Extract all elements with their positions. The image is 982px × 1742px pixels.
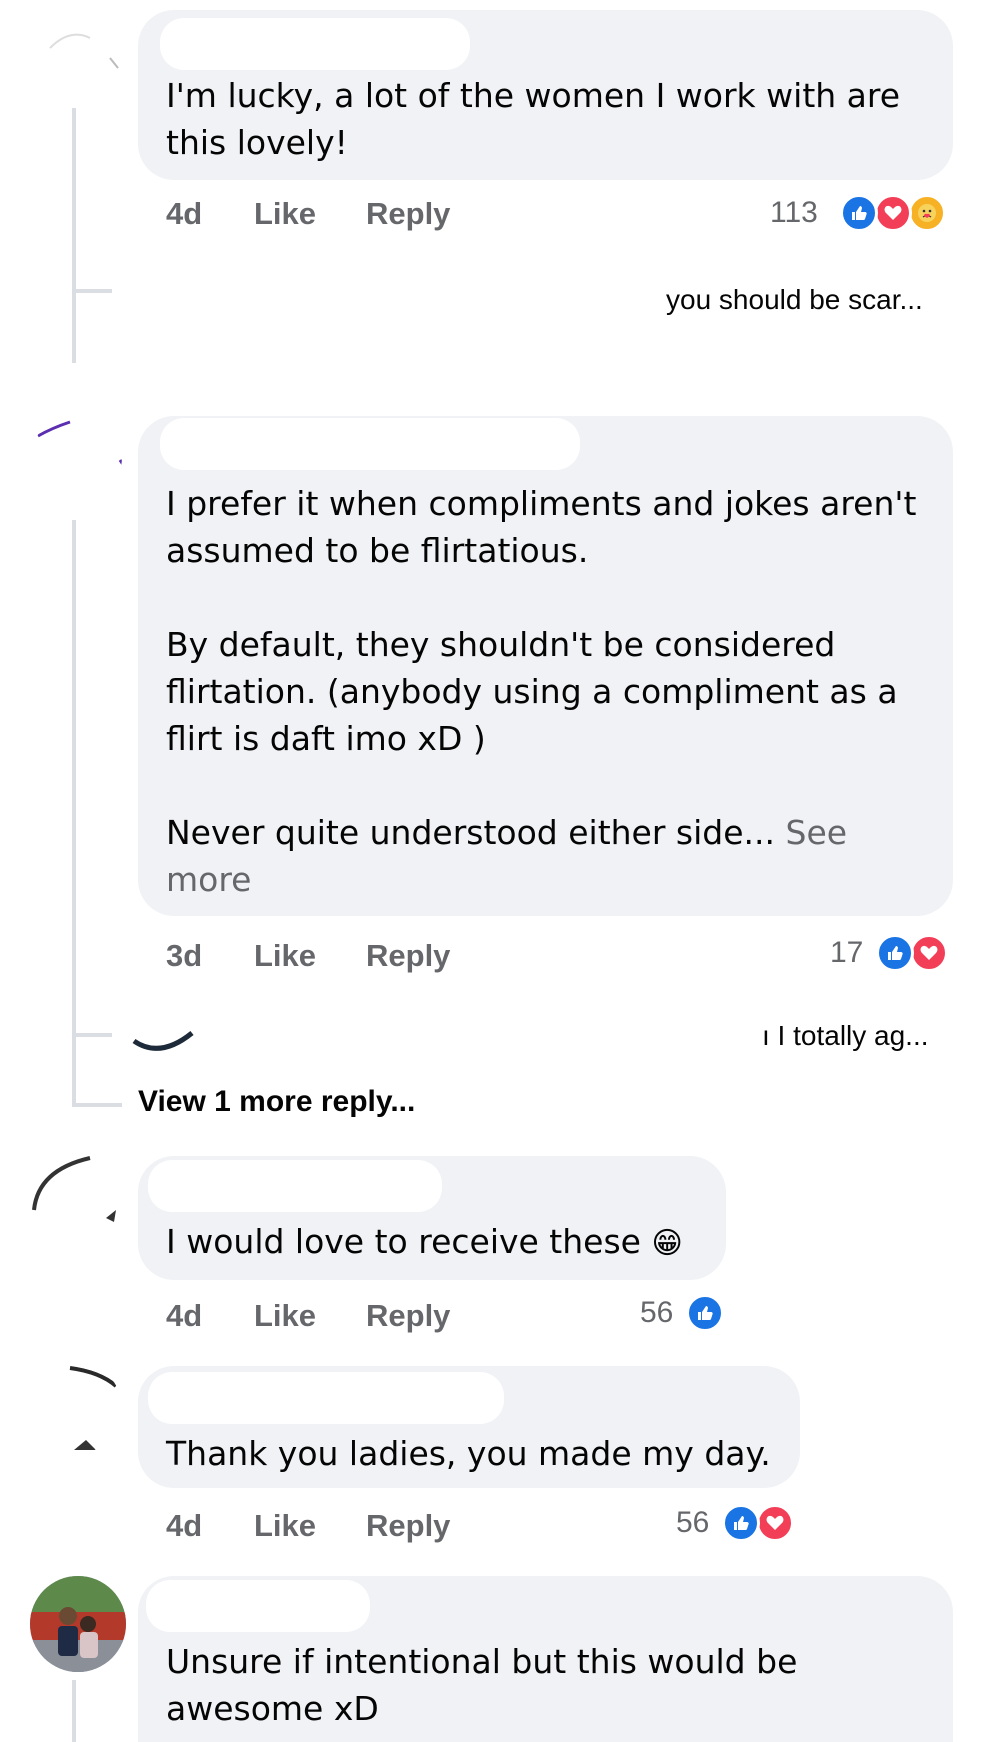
like-icon: [840, 194, 878, 232]
reaction-count[interactable]: 56: [640, 1296, 673, 1330]
avatar[interactable]: [30, 1150, 122, 1242]
like-icon: [722, 1504, 760, 1542]
comment-text: I would love to receive these 😁: [166, 1218, 683, 1267]
like-button[interactable]: Like: [254, 1298, 316, 1334]
reaction-count[interactable]: 113: [770, 196, 818, 230]
like-button[interactable]: Like: [254, 938, 316, 974]
grin-emoji-icon: 😁: [651, 1226, 683, 1261]
comment-text: Thank you ladies, you made my day.: [166, 1434, 771, 1473]
comment-text: I prefer it when compliments and jokes a…: [166, 480, 916, 903]
like-icon: [876, 934, 914, 972]
thread-line: [72, 1033, 112, 1037]
comment-age: 4d: [166, 1298, 203, 1333]
author-name-redacted: [146, 1580, 370, 1632]
reply-avatar[interactable]: [130, 265, 190, 325]
like-icon: [686, 1294, 724, 1332]
reaction-count[interactable]: 56: [676, 1506, 709, 1540]
author-name-redacted: [148, 1160, 442, 1212]
comment-text: Unsure if intentional but this would be …: [166, 1642, 798, 1728]
thread-line: [72, 108, 76, 363]
like-button[interactable]: Like: [254, 196, 316, 232]
care-icon: [908, 194, 946, 232]
avatar[interactable]: [30, 1362, 122, 1454]
reply-preview-text[interactable]: you should be scar...: [666, 284, 923, 316]
comment-body: I would love to receive these: [166, 1222, 641, 1261]
comment-body: I prefer it when compliments and jokes a…: [166, 484, 917, 852]
reply-avatar[interactable]: [130, 1015, 200, 1065]
view-more-replies-link[interactable]: View 1 more reply...: [138, 1085, 415, 1119]
thread-line: [72, 520, 76, 1105]
author-name-redacted: [160, 18, 470, 70]
reply-preview-text[interactable]: ı I totally ag...: [762, 1020, 929, 1052]
comment-text: I'm lucky, a lot of the women I work wit…: [166, 76, 901, 162]
reply-button[interactable]: Reply: [366, 938, 450, 974]
comment-age: 4d: [166, 196, 203, 231]
thread-line: [72, 1680, 76, 1742]
reply-button[interactable]: Reply: [366, 196, 450, 232]
reaction-count[interactable]: 17: [830, 936, 863, 970]
avatar[interactable]: [30, 1576, 126, 1672]
love-icon: [874, 194, 912, 232]
love-icon: [910, 934, 948, 972]
reply-button[interactable]: Reply: [366, 1298, 450, 1334]
author-name-redacted: [160, 418, 580, 470]
comment-age: 4d: [166, 1508, 203, 1543]
reply-button[interactable]: Reply: [366, 1508, 450, 1544]
like-button[interactable]: Like: [254, 1508, 316, 1544]
love-icon: [756, 1504, 794, 1542]
avatar[interactable]: [32, 412, 122, 502]
thread-line: [72, 289, 112, 293]
avatar[interactable]: [30, 18, 120, 108]
thread-line: [72, 1103, 122, 1107]
comment-age: 3d: [166, 938, 203, 973]
author-name-redacted: [148, 1372, 504, 1424]
